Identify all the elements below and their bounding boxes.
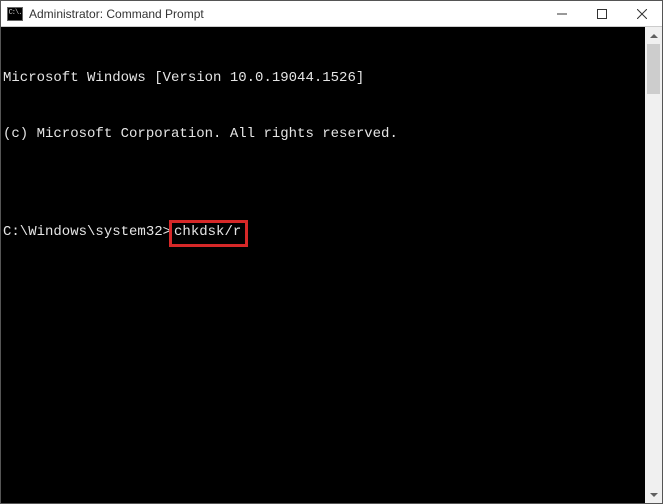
minimize-button[interactable] — [542, 1, 582, 26]
maximize-button[interactable] — [582, 1, 622, 26]
prompt-path: C:\Windows\system32> — [3, 223, 171, 242]
window-titlebar: C:\. Administrator: Command Prompt — [1, 1, 662, 27]
window-title: Administrator: Command Prompt — [29, 7, 542, 21]
terminal-wrapper: Microsoft Windows [Version 10.0.19044.15… — [1, 27, 662, 503]
cmd-icon: C:\. — [7, 7, 23, 21]
terminal-output[interactable]: Microsoft Windows [Version 10.0.19044.15… — [1, 27, 645, 503]
prompt-line: C:\Windows\system32>chkdsk/r — [3, 220, 643, 247]
vertical-scrollbar[interactable] — [645, 27, 662, 503]
copyright-line: (c) Microsoft Corporation. All rights re… — [3, 125, 643, 144]
minimize-icon — [557, 9, 567, 19]
scroll-thumb[interactable] — [647, 44, 660, 94]
cmd-icon-text: C:\. — [9, 10, 22, 17]
scroll-track[interactable] — [645, 44, 662, 486]
command-highlight: chkdsk/r — [169, 220, 248, 247]
scroll-up-button[interactable] — [645, 27, 662, 44]
close-icon — [637, 9, 647, 19]
chevron-up-icon — [650, 34, 658, 38]
maximize-icon — [597, 9, 607, 19]
scroll-down-button[interactable] — [645, 486, 662, 503]
close-button[interactable] — [622, 1, 662, 26]
command-text: chkdsk/r — [174, 224, 241, 240]
version-line: Microsoft Windows [Version 10.0.19044.15… — [3, 69, 643, 88]
chevron-down-icon — [650, 493, 658, 497]
window-controls — [542, 1, 662, 26]
